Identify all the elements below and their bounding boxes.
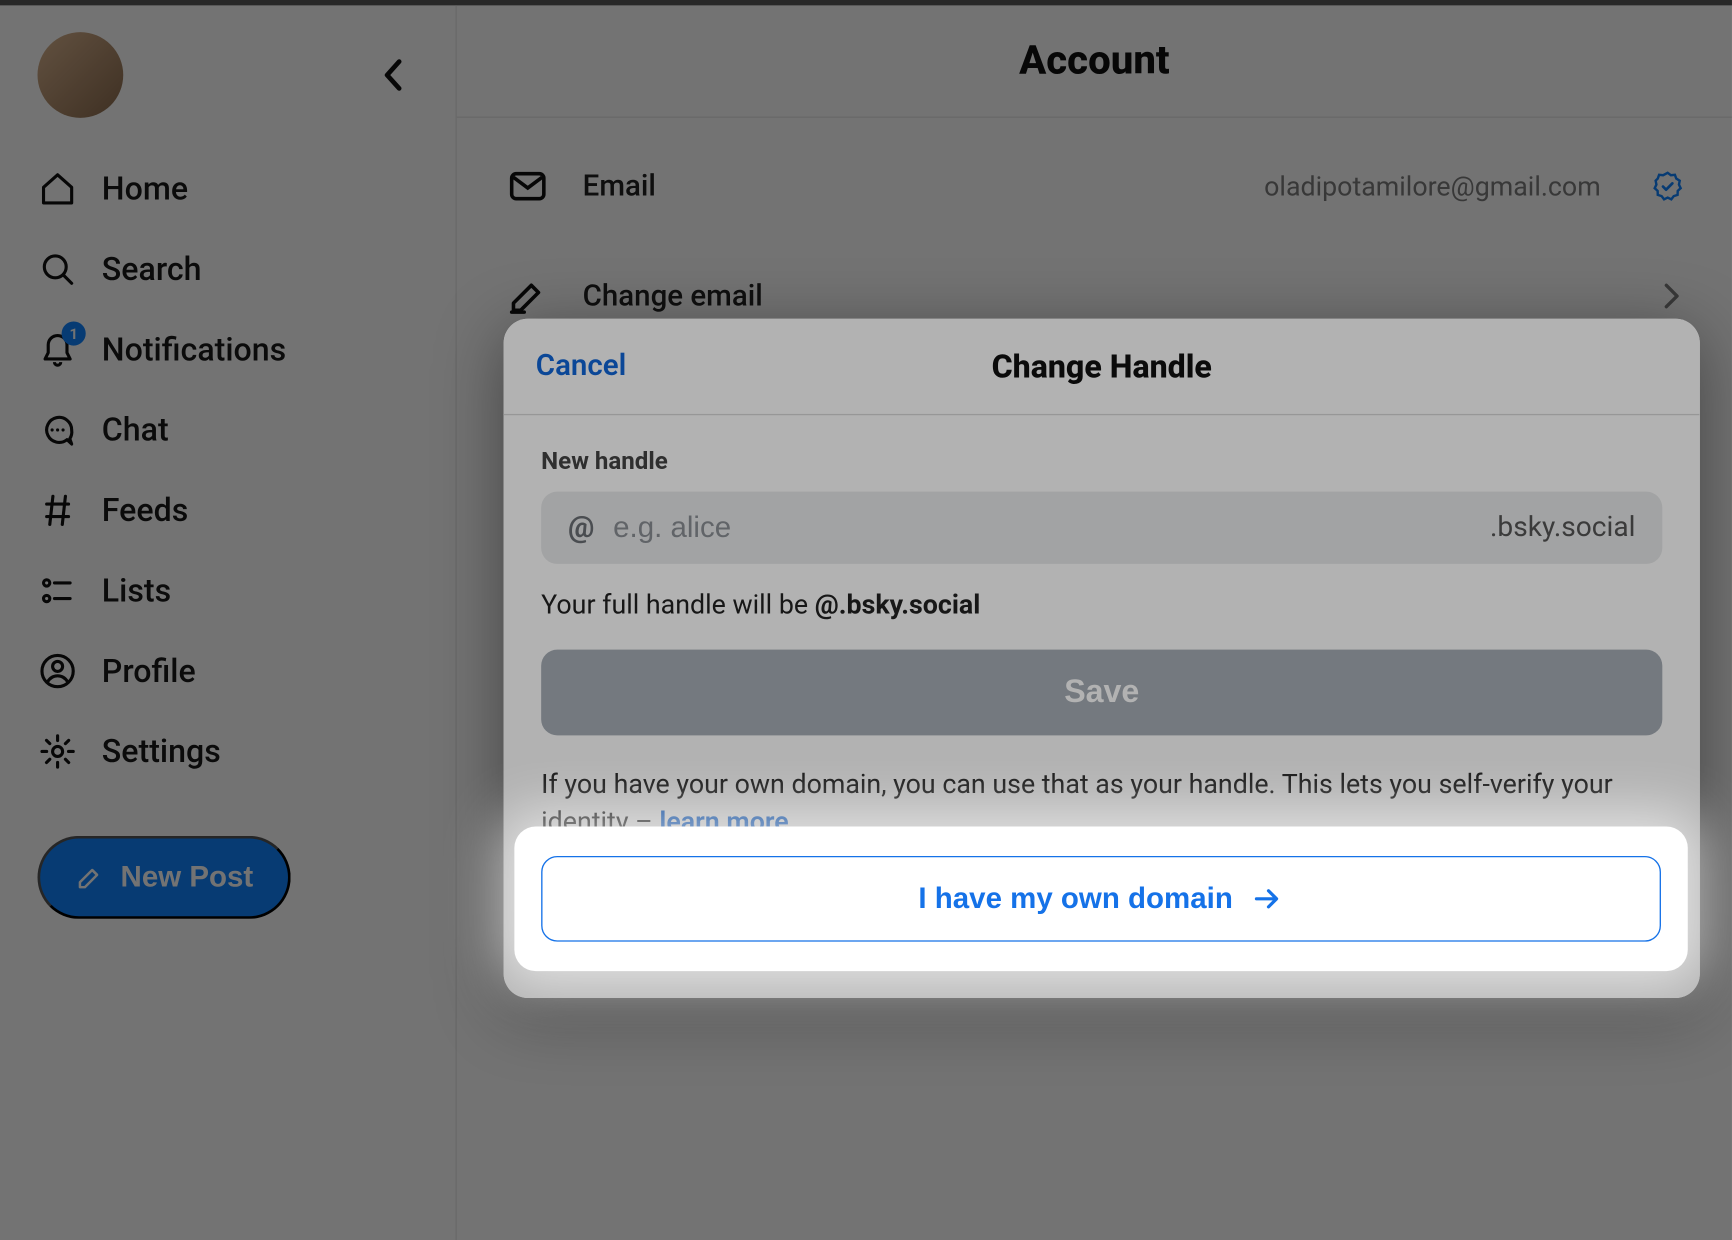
nav-label: Lists <box>102 572 171 610</box>
nav-label: Chat <box>102 411 169 449</box>
nav-label: Profile <box>102 652 196 690</box>
nav-home[interactable]: Home <box>38 169 418 209</box>
nav-settings[interactable]: Settings <box>38 731 418 771</box>
nav-label: Notifications <box>102 331 286 369</box>
nav-lists[interactable]: Lists <box>38 571 418 611</box>
bell-icon: 1 <box>38 330 78 370</box>
chevron-right-icon <box>1660 280 1684 312</box>
modal-title: Change Handle <box>992 348 1212 386</box>
home-icon <box>38 169 78 209</box>
full-handle-preview: Your full handle will be @.bsky.social <box>541 588 1662 620</box>
nav-notifications[interactable]: 1 Notifications <box>38 330 418 370</box>
compose-icon <box>75 863 104 892</box>
nav-label: Search <box>102 250 202 288</box>
nav-profile[interactable]: Profile <box>38 651 418 691</box>
new-post-label: New Post <box>121 860 254 895</box>
profile-icon <box>38 651 78 691</box>
gear-icon <box>38 731 78 771</box>
nav-feeds[interactable]: Feeds <box>38 490 418 530</box>
cancel-button[interactable]: Cancel <box>536 350 626 383</box>
handle-suffix: .bsky.social <box>1490 512 1636 544</box>
arrow-right-icon <box>1252 883 1284 915</box>
change-email-label: Change email <box>583 279 763 312</box>
email-row: Email oladipotamilore@gmail.com <box>505 131 1684 241</box>
verified-badge-icon <box>1652 170 1684 202</box>
notification-badge: 1 <box>62 321 86 345</box>
nav-label: Feeds <box>102 492 188 530</box>
own-domain-panel: I have my own domain <box>514 826 1687 971</box>
search-icon <box>38 249 78 289</box>
new-handle-label: New handle <box>541 447 1662 475</box>
email-value: oladipotamilore@gmail.com <box>1264 170 1601 202</box>
nav-chat[interactable]: Chat <box>38 410 418 450</box>
nav-search[interactable]: Search <box>38 249 418 289</box>
sidebar: Home Search 1 Notifications <box>0 5 455 1240</box>
hashtag-icon <box>38 490 78 530</box>
back-button[interactable] <box>370 51 418 99</box>
page-title: Account <box>457 5 1732 118</box>
at-symbol: @ <box>568 511 594 544</box>
nav-label: Settings <box>102 733 221 771</box>
avatar[interactable] <box>38 32 124 118</box>
handle-input-container[interactable]: @ .bsky.social <box>541 492 1662 564</box>
pencil-icon <box>505 273 551 319</box>
mail-icon <box>505 163 551 209</box>
nav-label: Home <box>102 170 188 208</box>
chat-icon <box>38 410 78 450</box>
own-domain-label: I have my own domain <box>918 881 1232 916</box>
save-button[interactable]: Save <box>541 650 1662 736</box>
own-domain-button[interactable]: I have my own domain <box>541 856 1661 942</box>
list-icon <box>38 571 78 611</box>
chevron-left-icon <box>380 56 407 94</box>
new-post-button[interactable]: New Post <box>38 836 291 919</box>
handle-input[interactable] <box>613 510 1471 545</box>
email-label: Email <box>583 169 656 202</box>
